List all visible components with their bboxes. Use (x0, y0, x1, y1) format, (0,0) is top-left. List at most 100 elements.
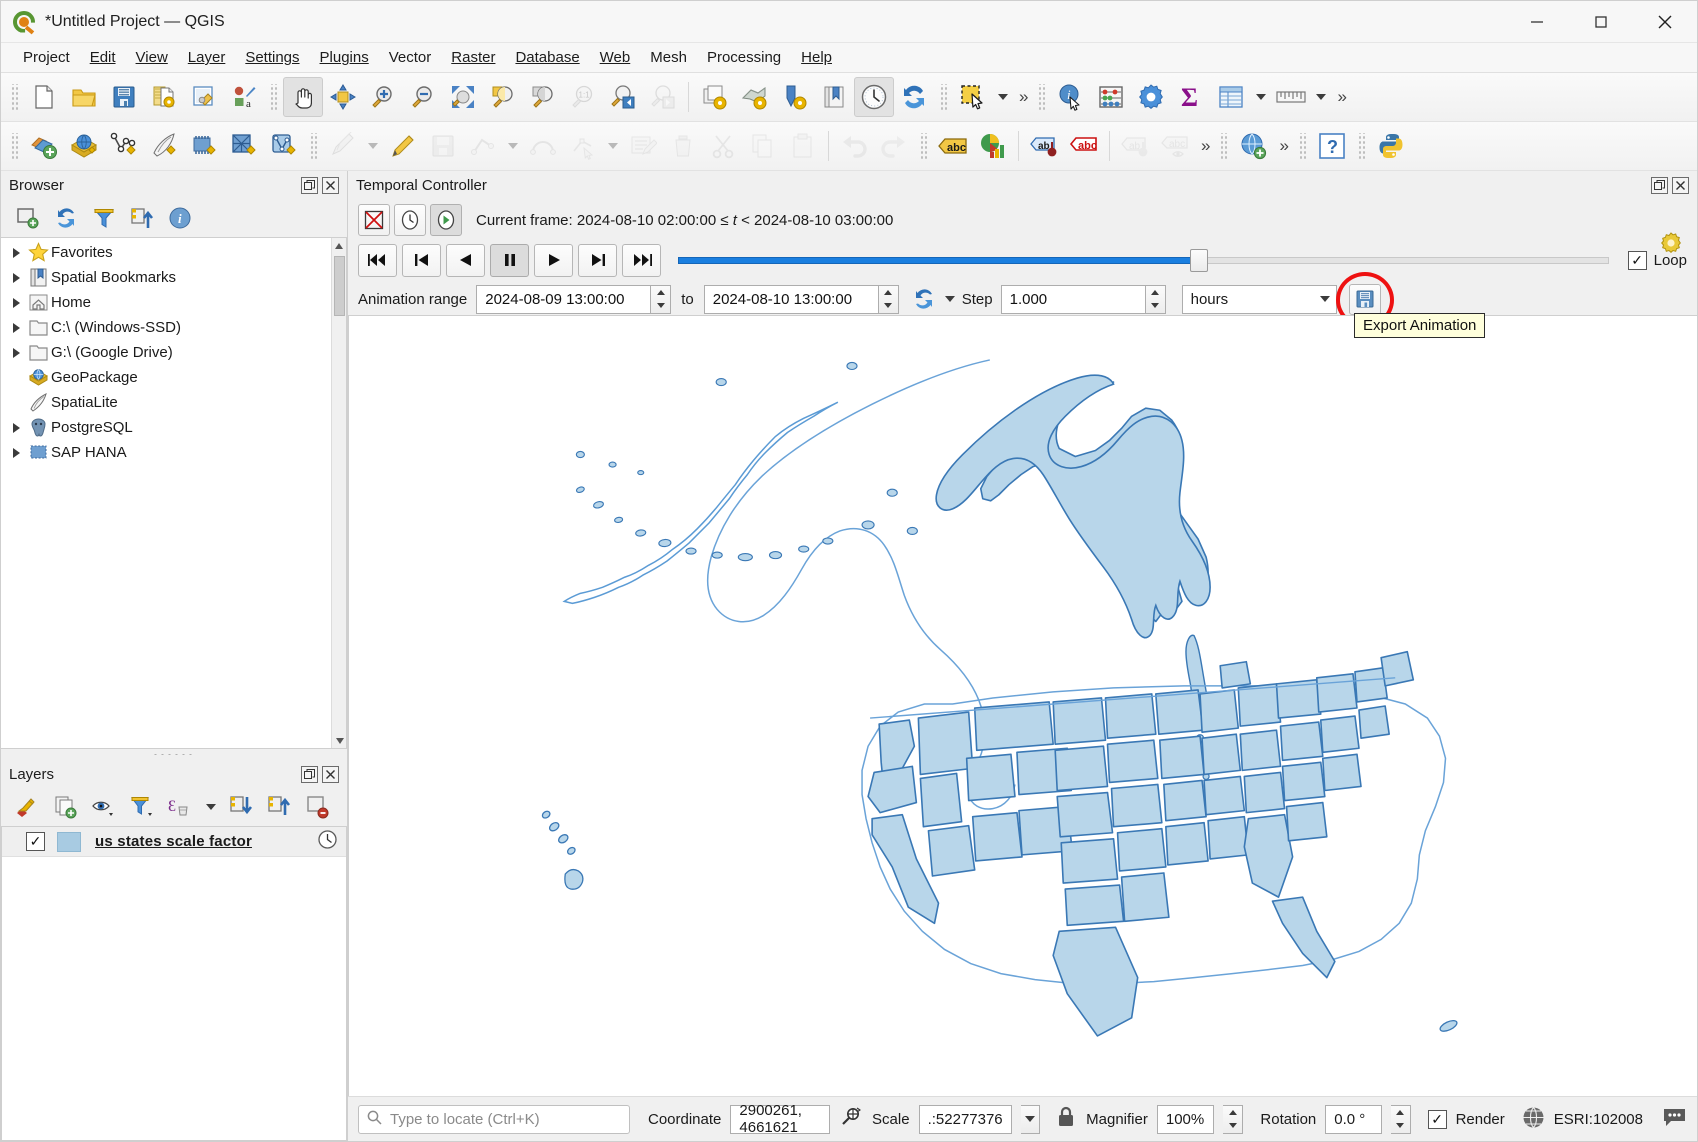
rotation-spinner[interactable] (1391, 1105, 1411, 1134)
menu-help[interactable]: Help (791, 46, 842, 69)
browser-item-c-drive[interactable]: C:\ (Windows-SSD) (1, 315, 346, 340)
toggle-extents-icon[interactable] (839, 1105, 863, 1133)
loop-checkbox[interactable]: ✓ (1628, 251, 1647, 270)
add-line-feature-icon[interactable] (463, 126, 503, 166)
play-icon[interactable] (534, 244, 573, 277)
spin-up[interactable] (1146, 286, 1165, 300)
new-geopackage-layer-icon[interactable] (184, 126, 224, 166)
identify-features-icon[interactable]: i (1051, 77, 1091, 117)
add-layer-to-project-icon[interactable] (11, 202, 45, 234)
lock-scale-icon[interactable] (1055, 1105, 1077, 1133)
expand-arrow[interactable] (7, 298, 25, 308)
zoom-native-icon[interactable]: 1:1 (563, 77, 603, 117)
zoom-full-icon[interactable] (443, 77, 483, 117)
python-console-icon[interactable] (1371, 126, 1411, 166)
browser-item-postgresql[interactable]: PostgreSQL (1, 415, 346, 440)
layers-tree[interactable]: ✓ us states scale factor (1, 826, 347, 1141)
menu-layer[interactable]: Layer (178, 46, 236, 69)
browser-item-sap-hana[interactable]: SAP HANA (1, 440, 346, 465)
measure-dropdown[interactable] (1311, 77, 1331, 117)
menu-database[interactable]: Database (505, 46, 589, 69)
expand-arrow[interactable] (7, 273, 25, 283)
messages-bubble-icon[interactable] (1662, 1106, 1687, 1132)
open-layer-styling-icon[interactable] (11, 791, 45, 823)
rotation-input[interactable]: 0.0 ° (1325, 1105, 1381, 1134)
animation-range-end-spinner[interactable] (879, 285, 899, 314)
expand-arrow[interactable] (7, 423, 25, 433)
collapse-all-layers-icon[interactable] (263, 791, 297, 823)
new-3d-map-view-icon[interactable] (734, 77, 774, 117)
statistical-summary-icon[interactable] (1091, 77, 1131, 117)
label-icon[interactable]: abc (933, 126, 973, 166)
web-overflow-icon[interactable]: » (1273, 136, 1292, 156)
slider-handle[interactable] (1190, 249, 1208, 272)
collapse-all-icon[interactable] (125, 202, 159, 234)
dock-splitter[interactable] (1, 749, 347, 760)
expression-filter-icon[interactable]: Ɛ (163, 791, 197, 823)
spin-down[interactable] (1223, 1119, 1242, 1133)
minimize-button[interactable] (1505, 1, 1569, 43)
crs-label[interactable]: ESRI:102008 (1554, 1111, 1643, 1128)
layer-visibility-checkbox[interactable]: ✓ (26, 832, 45, 851)
menu-vector[interactable]: Vector (379, 46, 442, 69)
help-icon[interactable]: ? (1312, 126, 1352, 166)
menu-settings[interactable]: Settings (235, 46, 309, 69)
browser-item-g-drive[interactable]: G:\ (Google Drive) (1, 340, 346, 365)
toolbar2-grip-5[interactable] (1298, 133, 1307, 159)
export-animation-icon[interactable] (1349, 284, 1381, 315)
new-shapefile-layer-icon[interactable] (104, 126, 144, 166)
toolbar-grip-2[interactable] (269, 84, 278, 110)
scroll-up-arrow[interactable] (332, 238, 346, 253)
toolbar-overflow-icon[interactable]: » (1013, 87, 1032, 107)
select-features-dropdown[interactable] (993, 77, 1013, 117)
measure-icon[interactable] (1271, 77, 1311, 117)
zoom-next-icon[interactable] (643, 77, 683, 117)
toolbar-grip-4[interactable] (1037, 84, 1046, 110)
labels-overflow-icon[interactable]: » (1195, 136, 1214, 156)
menu-raster[interactable]: Raster (441, 46, 505, 69)
menu-processing[interactable]: Processing (697, 46, 791, 69)
zoom-layer-icon[interactable] (523, 77, 563, 117)
vertex-tool-icon[interactable] (563, 126, 603, 166)
new-project-icon[interactable] (24, 77, 64, 117)
step-unit-combo[interactable]: hours (1182, 285, 1337, 314)
browser-tree[interactable]: Favorites Spatial Bookmarks (1, 237, 347, 749)
pan-map-icon[interactable] (283, 77, 323, 117)
add-group-icon[interactable] (49, 791, 83, 823)
options-icon[interactable] (1131, 77, 1171, 117)
new-virtual-layer-icon[interactable] (264, 126, 304, 166)
animation-range-start-spinner[interactable] (651, 285, 671, 314)
save-layer-edits-icon[interactable] (423, 126, 463, 166)
close-button[interactable] (1633, 1, 1697, 43)
toolbar2-grip-3[interactable] (919, 133, 928, 159)
expand-all-icon[interactable] (225, 791, 259, 823)
copy-features-icon[interactable] (743, 126, 783, 166)
temporal-float-panel-icon[interactable] (1651, 177, 1668, 194)
expand-arrow[interactable] (7, 248, 25, 258)
maximize-button[interactable] (1569, 1, 1633, 43)
set-range-dropdown[interactable] (940, 284, 960, 314)
expand-arrow[interactable] (7, 323, 25, 333)
gear-settings-icon[interactable] (1659, 231, 1683, 259)
spin-up[interactable] (1391, 1106, 1410, 1120)
step-value-spinner[interactable] (1146, 285, 1166, 314)
highlight-labels-icon[interactable]: abc (1064, 126, 1104, 166)
toolbar2-grip-2[interactable] (309, 133, 318, 159)
menu-web[interactable]: Web (590, 46, 641, 69)
step-value-input[interactable]: 1.000 (1001, 285, 1146, 314)
style-manager-icon[interactable]: a (224, 77, 264, 117)
zoom-selection-icon[interactable] (483, 77, 523, 117)
step-backward-icon[interactable] (402, 244, 441, 277)
new-mesh-layer-icon[interactable] (224, 126, 264, 166)
layer-temporal-clock-icon[interactable] (317, 829, 338, 854)
save-project-icon[interactable] (104, 77, 144, 117)
cut-features-icon[interactable] (703, 126, 743, 166)
menu-plugins[interactable]: Plugins (310, 46, 379, 69)
add-layer-icon[interactable] (24, 126, 64, 166)
spin-down[interactable] (1391, 1119, 1410, 1133)
menu-project[interactable]: Project (13, 46, 80, 69)
properties-info-icon[interactable]: i (163, 202, 197, 234)
new-spatialite-layer-icon[interactable] (144, 126, 184, 166)
play-reverse-icon[interactable] (446, 244, 485, 277)
current-edits-dropdown[interactable] (363, 126, 383, 166)
